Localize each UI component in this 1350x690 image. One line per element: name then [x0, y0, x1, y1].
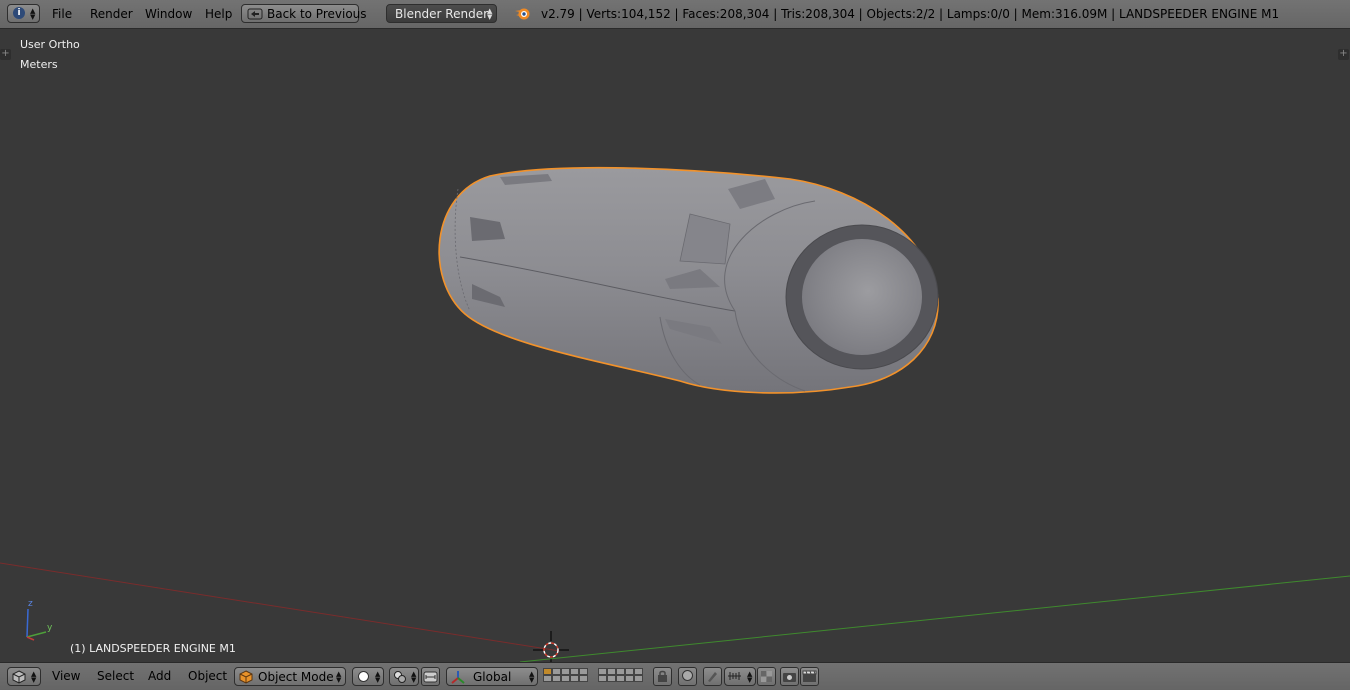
- menu-file[interactable]: File: [52, 5, 72, 23]
- object-mode-cube-icon: [239, 670, 253, 684]
- active-object-label: (1) LANDSPEEDER ENGINE M1: [70, 642, 236, 655]
- editor-type-selector[interactable]: i ▲ ▼: [7, 4, 40, 23]
- chevron-updown-icon: ▲ ▼: [31, 670, 37, 684]
- blender-logo-icon: [515, 8, 530, 20]
- snap-toggle[interactable]: [703, 667, 722, 686]
- chevron-updown-icon: ▲ ▼: [30, 7, 36, 21]
- manipulator-toggle[interactable]: [421, 667, 440, 686]
- 3d-viewport[interactable]: User Ortho Meters + + z y (1) LANDSPEEDE…: [0, 29, 1350, 662]
- info-header: i ▲ ▼ File Render Window Help Back to Pre…: [0, 0, 1350, 29]
- overlay-toggle[interactable]: [757, 667, 776, 686]
- 3d-view-header: ▲ ▼ View Select Add Object Object Mode ▲ ▼…: [0, 662, 1350, 690]
- snap-element-dropdown[interactable]: ▲ ▼: [724, 667, 756, 686]
- back-arrow-icon: [247, 8, 263, 20]
- chevron-updown-icon: ▲ ▼: [747, 670, 753, 684]
- pivot-point-icon: [394, 671, 406, 683]
- engine-mesh[interactable]: [438, 166, 939, 394]
- cube-view-icon: [12, 670, 26, 684]
- camera-icon: [783, 673, 796, 682]
- interaction-mode-dropdown[interactable]: Object Mode ▲ ▼: [234, 667, 346, 686]
- lock-icon: [658, 670, 667, 682]
- info-icon: i: [13, 7, 25, 19]
- editor-type-selector-3d[interactable]: ▲ ▼: [7, 667, 41, 686]
- menu-render[interactable]: Render: [90, 5, 133, 23]
- viewport-shading-dropdown[interactable]: ▲ ▼: [352, 667, 384, 686]
- scene-canvas: [0, 166, 1350, 662]
- menu-help[interactable]: Help: [205, 5, 232, 23]
- snap-increment-icon: [728, 672, 741, 680]
- pivot-point-dropdown[interactable]: ▲ ▼: [389, 667, 419, 686]
- chevron-updown-icon: ▲ ▼: [529, 670, 535, 684]
- x-axis-line: [0, 562, 561, 652]
- chevron-updown-icon: ▲ ▼: [411, 670, 417, 684]
- render-engine-dropdown[interactable]: Blender Render ▲ ▼: [386, 4, 497, 23]
- menu-object[interactable]: Object: [188, 669, 227, 683]
- back-to-previous-button[interactable]: Back to Previous: [241, 4, 367, 23]
- chevron-updown-icon: ▲ ▼: [487, 7, 493, 21]
- snap-magnet-icon: [708, 672, 717, 682]
- chevron-updown-icon: ▲ ▼: [336, 670, 342, 684]
- interaction-mode-value: Object Mode: [258, 670, 334, 684]
- transform-axes-icon: [451, 671, 465, 684]
- menu-add[interactable]: Add: [148, 669, 171, 683]
- back-button-label: Back to Previous: [267, 7, 367, 21]
- transform-orientation-value: Global: [473, 670, 512, 684]
- chevron-updown-icon: ▲ ▼: [375, 670, 381, 684]
- clapperboard-icon: [802, 670, 817, 682]
- manipulator-icon: [423, 671, 438, 683]
- render-engine-value: Blender Render: [395, 7, 489, 21]
- opengl-render-image-button[interactable]: [780, 667, 799, 686]
- layer-lock-toggle[interactable]: [653, 667, 672, 686]
- menu-view[interactable]: View: [52, 669, 80, 683]
- gizmo-z-label: z: [28, 599, 33, 609]
- opengl-render-animation-button[interactable]: [800, 667, 819, 686]
- transform-orientation-dropdown[interactable]: Global ▲ ▼: [446, 667, 538, 686]
- menu-window[interactable]: Window: [145, 5, 192, 23]
- overlay-icon: [761, 671, 772, 682]
- gizmo-y-label: y: [47, 623, 53, 633]
- scene-layers-group-1[interactable]: [543, 668, 593, 686]
- y-axis-line: [519, 575, 1350, 662]
- proportional-edit-icon: [682, 670, 693, 681]
- scene-layers-group-2[interactable]: [598, 668, 648, 686]
- menu-select[interactable]: Select: [97, 669, 134, 683]
- solid-shading-icon: [358, 671, 369, 682]
- proportional-edit-toggle[interactable]: [678, 667, 697, 686]
- axis-gizmo: [26, 608, 47, 641]
- scene-statistics: v2.79 | Verts:104,152 | Faces:208,304 | …: [541, 7, 1280, 21]
